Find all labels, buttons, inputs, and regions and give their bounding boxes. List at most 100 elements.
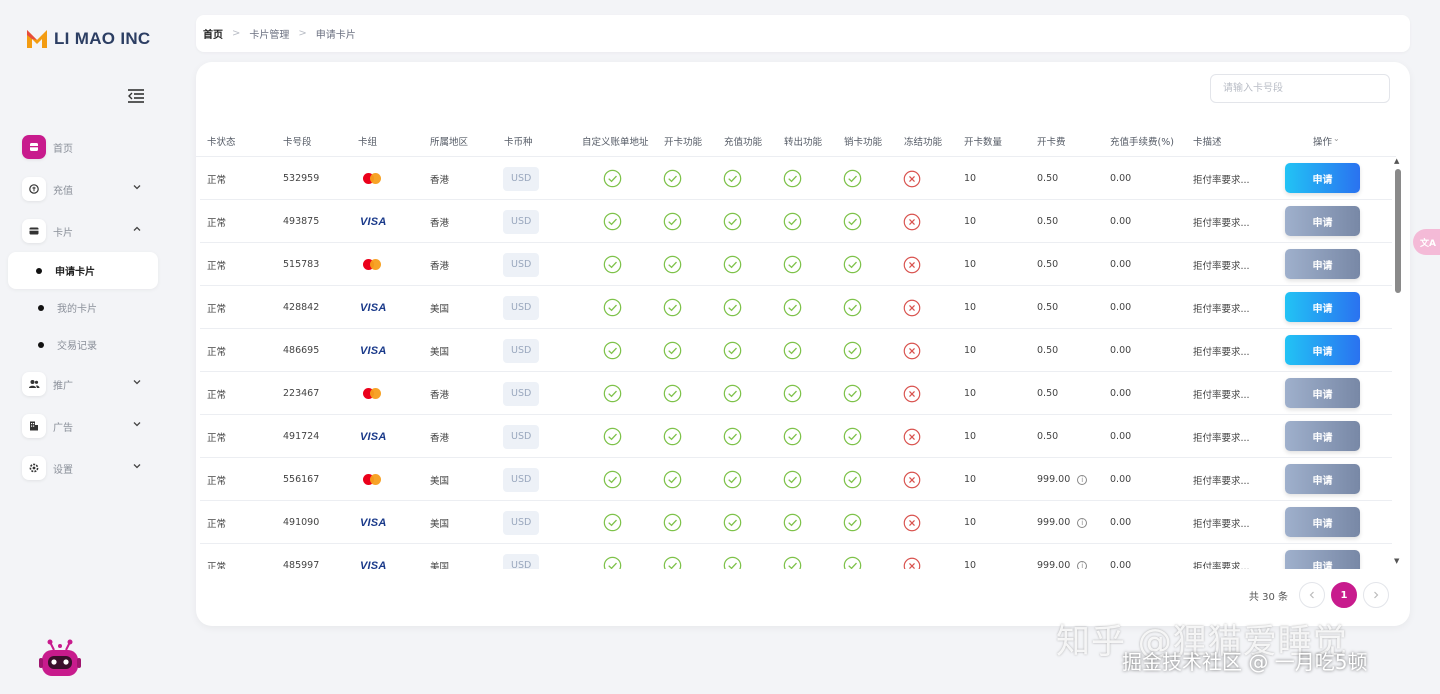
page-button-current[interactable]: 1 <box>1331 582 1357 608</box>
breadcrumb-home[interactable]: 首页 <box>203 26 223 41</box>
mastercard-logo-icon <box>363 388 381 399</box>
next-page-button[interactable] <box>1363 582 1389 608</box>
column-header: 充值手续费(%) <box>1110 137 1174 148</box>
column-header[interactable]: 操作 <box>1313 134 1332 148</box>
sidebar-item-card[interactable]: 卡片 <box>10 210 160 252</box>
breadcrumb-card-management[interactable]: 卡片管理 <box>249 26 289 41</box>
transfer-check-icon <box>783 157 802 200</box>
scroll-down-icon[interactable]: ▼ <box>1394 557 1399 565</box>
transfer-check-icon <box>783 501 802 544</box>
transfer-check-icon <box>783 200 802 243</box>
card-fee: 0.50 <box>1037 329 1058 372</box>
card-network <box>363 157 381 200</box>
column-header: 所属地区 <box>430 137 469 148</box>
recharge-check-icon <box>723 286 742 329</box>
ad-icon <box>22 414 46 438</box>
card-status: 正常 <box>207 260 227 272</box>
card-status: 正常 <box>207 174 227 186</box>
column-header: 充值功能 <box>724 137 763 148</box>
apply-button[interactable]: 申请 <box>1285 550 1360 569</box>
card-quantity: 10 <box>964 474 977 485</box>
transfer-check-icon <box>783 458 802 501</box>
open-check-icon <box>663 286 682 329</box>
cancel-check-icon <box>843 544 862 569</box>
card-quantity: 10 <box>964 431 977 442</box>
sidebar-item-label: 卡片 <box>53 227 73 239</box>
recharge-check-icon <box>723 501 742 544</box>
card-fee-value: 0.50 <box>1037 302 1059 313</box>
card-status: 正常 <box>207 518 227 530</box>
chevron-down-icon <box>133 464 141 469</box>
info-icon[interactable]: i <box>1077 474 1088 485</box>
column-header: 卡状态 <box>207 137 236 148</box>
sidebar-item-home[interactable]: 首页 <box>10 126 160 168</box>
currency-badge: USD <box>503 209 540 234</box>
recharge-rate: 0.00 <box>1110 302 1132 313</box>
column-header: 开卡功能 <box>664 137 703 148</box>
table-row: 正常 486695 VISA 美国 USD 10 0.50 0.00 拒付率要求... 申请 <box>200 329 1392 372</box>
card-status: 正常 <box>207 561 227 570</box>
apply-button[interactable]: 申请 <box>1285 249 1360 279</box>
freeze-cross-icon <box>903 372 921 415</box>
sidebar-item-settings[interactable]: 设置 <box>10 447 160 489</box>
sidebar-item-promotion[interactable]: 推广 <box>10 363 160 405</box>
recharge-rate: 0.00 <box>1110 173 1132 184</box>
recharge-rate: 0.00 <box>1110 345 1132 356</box>
card-bin: 485997 <box>283 560 320 569</box>
card-bin: 556167 <box>283 474 320 485</box>
card-fee-value: 999.00 <box>1037 517 1071 528</box>
scroll-thumb[interactable] <box>1395 169 1401 293</box>
prev-page-button[interactable] <box>1299 582 1325 608</box>
robot-mascot-icon[interactable] <box>38 638 82 680</box>
card-network: VISA <box>360 200 386 243</box>
apply-button[interactable]: 申请 <box>1285 421 1360 451</box>
translate-float-button[interactable]: 文A <box>1413 229 1440 255</box>
menu-collapse-icon[interactable] <box>127 88 145 104</box>
open-check-icon <box>663 372 682 415</box>
chevron-down-icon[interactable]: ⌄ <box>1333 134 1340 143</box>
card-quantity: 10 <box>964 345 977 356</box>
card-bin: 486695 <box>283 345 320 356</box>
table-body[interactable]: 正常 532959 香港 USD 10 0.50 0.00 拒付率要求... 申请 正常 49387… <box>196 157 1396 569</box>
currency-cell: USD <box>503 415 540 458</box>
sidebar-item-ads[interactable]: 广告 <box>10 405 160 447</box>
chevron-down-icon <box>133 185 141 190</box>
apply-button[interactable]: 申请 <box>1285 292 1360 322</box>
apply-button[interactable]: 申请 <box>1285 464 1360 494</box>
billing-check-icon <box>603 286 622 329</box>
card-region: 香港 <box>430 260 450 272</box>
info-icon[interactable]: i <box>1077 560 1088 569</box>
card-description: 拒付率要求... <box>1193 432 1250 444</box>
info-icon[interactable]: i <box>1077 517 1088 528</box>
apply-button[interactable]: 申请 <box>1285 378 1360 408</box>
card-description: 拒付率要求... <box>1193 561 1250 570</box>
apply-button[interactable]: 申请 <box>1285 335 1360 365</box>
apply-button[interactable]: 申请 <box>1285 163 1360 193</box>
card-region: 香港 <box>430 174 450 186</box>
watermark-juejin: 掘金技术社区 @ 一月吃5顿 <box>1122 650 1368 674</box>
search-input[interactable] <box>1210 74 1390 103</box>
billing-check-icon <box>603 243 622 286</box>
sidebar-subitem-apply-card[interactable]: 申请卡片 <box>8 252 158 289</box>
card-region: 美国 <box>430 346 450 358</box>
visa-logo-icon: VISA <box>360 344 387 357</box>
currency-cell: USD <box>503 329 540 372</box>
sidebar-item-recharge[interactable]: 充值 <box>10 168 160 210</box>
table-scrollbar[interactable]: ▲ ▼ <box>1394 157 1402 569</box>
freeze-cross-icon <box>903 415 921 458</box>
apply-button[interactable]: 申请 <box>1285 206 1360 236</box>
billing-check-icon <box>603 329 622 372</box>
currency-badge: USD <box>503 252 540 277</box>
card-fee-value: 999.00 <box>1037 474 1071 485</box>
freeze-cross-icon <box>903 200 921 243</box>
sidebar-subitem-transactions[interactable]: 交易记录 <box>10 326 160 363</box>
transfer-check-icon <box>783 415 802 458</box>
card-list-panel: 卡状态 卡号段 卡组 所属地区 卡币种 自定义账单地址 开卡功能 充值功能 转出功能 销卡功能 冻结… <box>196 62 1410 626</box>
scroll-up-icon[interactable]: ▲ <box>1394 157 1399 165</box>
brand-logo[interactable]: LI MAO INC <box>26 28 151 50</box>
card-region: 香港 <box>430 389 450 401</box>
billing-check-icon <box>603 458 622 501</box>
sidebar-subitem-my-cards[interactable]: 我的卡片 <box>10 289 160 326</box>
apply-button[interactable]: 申请 <box>1285 507 1360 537</box>
recharge-rate: 0.00 <box>1110 216 1132 227</box>
